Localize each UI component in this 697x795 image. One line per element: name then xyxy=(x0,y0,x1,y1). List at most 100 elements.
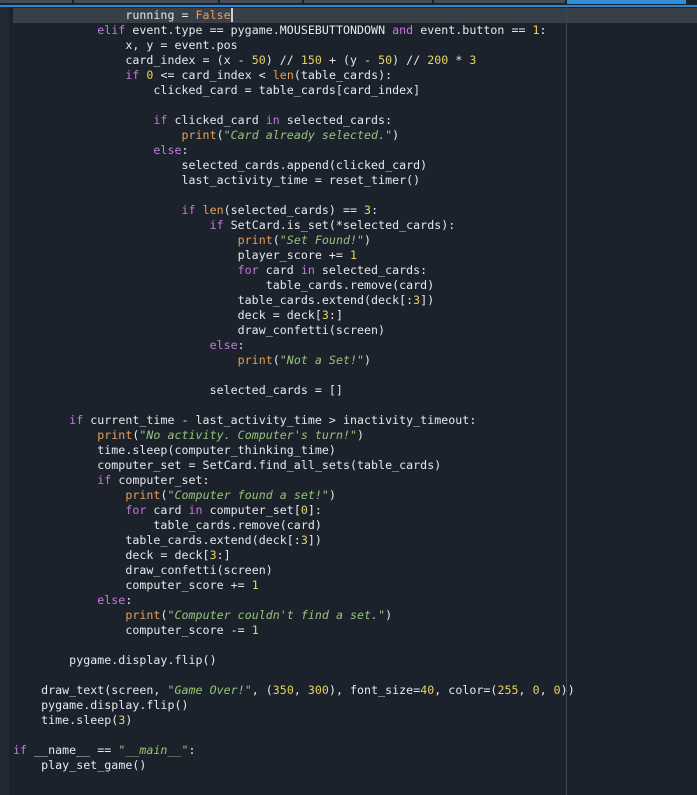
code-line[interactable]: if SetCard.is_set(*selected_cards): xyxy=(13,218,575,233)
code-line[interactable]: table_cards.remove(card) xyxy=(13,278,575,293)
code-token: 1 xyxy=(349,248,357,262)
code-token: time.sleep(computer_thinking_time) xyxy=(97,443,336,457)
code-line[interactable]: table_cards.extend(deck[:3]) xyxy=(13,293,575,308)
editor-tab[interactable] xyxy=(220,0,302,3)
code-line[interactable]: deck = deck[3:] xyxy=(13,308,575,323)
code-line[interactable] xyxy=(13,368,575,383)
code-line[interactable]: selected_cards.append(clicked_card) xyxy=(13,158,575,173)
code-token: for xyxy=(125,503,147,517)
code-line[interactable]: draw_confetti(screen) xyxy=(13,323,575,338)
code-token: + (y - xyxy=(321,53,379,67)
code-token: running = xyxy=(125,8,196,22)
code-token: last_activity_time = reset_timer() xyxy=(181,173,421,187)
code-token: table_cards.extend(deck[: xyxy=(125,533,301,547)
code-line[interactable]: table_cards.remove(card) xyxy=(13,518,575,533)
code-line[interactable] xyxy=(13,728,575,743)
code-line[interactable]: if len(selected_cards) == 3: xyxy=(13,203,575,218)
code-token: if xyxy=(69,413,84,427)
code-line[interactable] xyxy=(13,98,575,113)
code-token: elif xyxy=(97,23,126,37)
code-token: <= card_index < xyxy=(153,68,273,82)
code-line[interactable]: print("Card already selected.") xyxy=(13,128,575,143)
code-token: :] xyxy=(328,308,343,322)
code-token: card_index = (x - xyxy=(125,53,252,67)
code-token: 0 xyxy=(553,683,561,697)
code-token: computer_set[ xyxy=(202,503,301,517)
code-token: ) xyxy=(392,128,400,142)
code-line[interactable] xyxy=(13,188,575,203)
code-token: in xyxy=(300,263,315,277)
code-line[interactable]: print("Computer found a set!") xyxy=(13,488,575,503)
code-token: , ( xyxy=(251,683,273,697)
code-line[interactable]: print("Computer couldn't find a set.") xyxy=(13,608,575,623)
code-line[interactable]: card_index = (x - 50) // 150 + (y - 50) … xyxy=(13,53,575,68)
code-line[interactable]: play_set_game() xyxy=(13,758,575,773)
code-line[interactable]: time.sleep(3) xyxy=(13,713,575,728)
code-token: len xyxy=(202,203,224,217)
code-line[interactable]: if __name__ == "__main__": xyxy=(13,743,575,758)
editor-tab[interactable] xyxy=(74,0,218,3)
code-line[interactable] xyxy=(13,668,575,683)
editor-tab[interactable] xyxy=(0,0,72,3)
code-line[interactable]: elif event.type == pygame.MOUSEBUTTONDOW… xyxy=(13,23,575,38)
code-line[interactable]: print("No activity. Computer's turn!") xyxy=(13,428,575,443)
code-line[interactable]: if computer_set: xyxy=(13,473,575,488)
code-token: event.button == xyxy=(413,23,533,37)
code-line[interactable]: player_score += 1 xyxy=(13,248,575,263)
code-line[interactable]: running = False xyxy=(13,8,575,23)
code-token: computer_score -= xyxy=(125,623,252,637)
code-line[interactable]: print("Not a Set!") xyxy=(13,353,575,368)
code-line[interactable]: computer_set = SetCard.find_all_sets(tab… xyxy=(13,458,575,473)
code-line[interactable]: pygame.display.flip() xyxy=(13,653,575,668)
editor-tab[interactable] xyxy=(434,0,565,3)
code-token: 3 xyxy=(300,533,308,547)
code-token: ) // xyxy=(392,53,428,67)
code-line[interactable]: table_cards.extend(deck[:3]) xyxy=(13,533,575,548)
code-line[interactable]: if current_time - last_activity_time > i… xyxy=(13,413,575,428)
code-line[interactable]: if clicked_card in selected_cards: xyxy=(13,113,575,128)
code-token: 350 xyxy=(272,683,294,697)
code-line[interactable]: draw_text(screen, "Game Over!", (350, 30… xyxy=(13,683,575,698)
code-token: 150 xyxy=(300,53,322,67)
code-line[interactable]: selected_cards = [] xyxy=(13,383,575,398)
code-line[interactable]: clicked_card = table_cards[card_index] xyxy=(13,83,575,98)
code-line[interactable]: else: xyxy=(13,593,575,608)
code-line[interactable]: pygame.display.flip() xyxy=(13,698,575,713)
code-line[interactable]: computer_score -= 1 xyxy=(13,623,575,638)
code-editor[interactable]: running = False elif event.type == pygam… xyxy=(13,8,575,773)
editor-tab-active[interactable] xyxy=(567,0,686,4)
editor-gutter xyxy=(0,7,9,795)
code-line[interactable]: else: xyxy=(13,143,575,158)
code-line[interactable]: draw_confetti(screen) xyxy=(13,563,575,578)
code-token: ]: xyxy=(307,503,322,517)
code-token: 3 xyxy=(321,308,329,322)
code-token: card xyxy=(146,503,189,517)
code-line[interactable]: last_activity_time = reset_timer() xyxy=(13,173,575,188)
code-line[interactable] xyxy=(13,638,575,653)
code-line[interactable]: computer_score += 1 xyxy=(13,578,575,593)
code-line[interactable]: x, y = event.pos xyxy=(13,38,575,53)
code-line[interactable]: else: xyxy=(13,338,575,353)
code-line[interactable]: time.sleep(computer_thinking_time) xyxy=(13,443,575,458)
code-token: 300 xyxy=(307,683,329,697)
code-token: :] xyxy=(216,548,231,562)
code-token: clicked_card xyxy=(167,113,266,127)
code-line[interactable]: print("Set Found!") xyxy=(13,233,575,248)
code-token: ) xyxy=(328,488,336,502)
code-line[interactable]: deck = deck[3:] xyxy=(13,548,575,563)
code-line[interactable]: for card in computer_set[0]: xyxy=(13,503,575,518)
code-line[interactable] xyxy=(13,398,575,413)
code-token: : xyxy=(237,338,245,352)
code-line[interactable]: for card in selected_cards: xyxy=(13,263,575,278)
editor-tab[interactable] xyxy=(304,0,432,3)
code-line[interactable]: if 0 <= card_index < len(table_cards): xyxy=(13,68,575,83)
